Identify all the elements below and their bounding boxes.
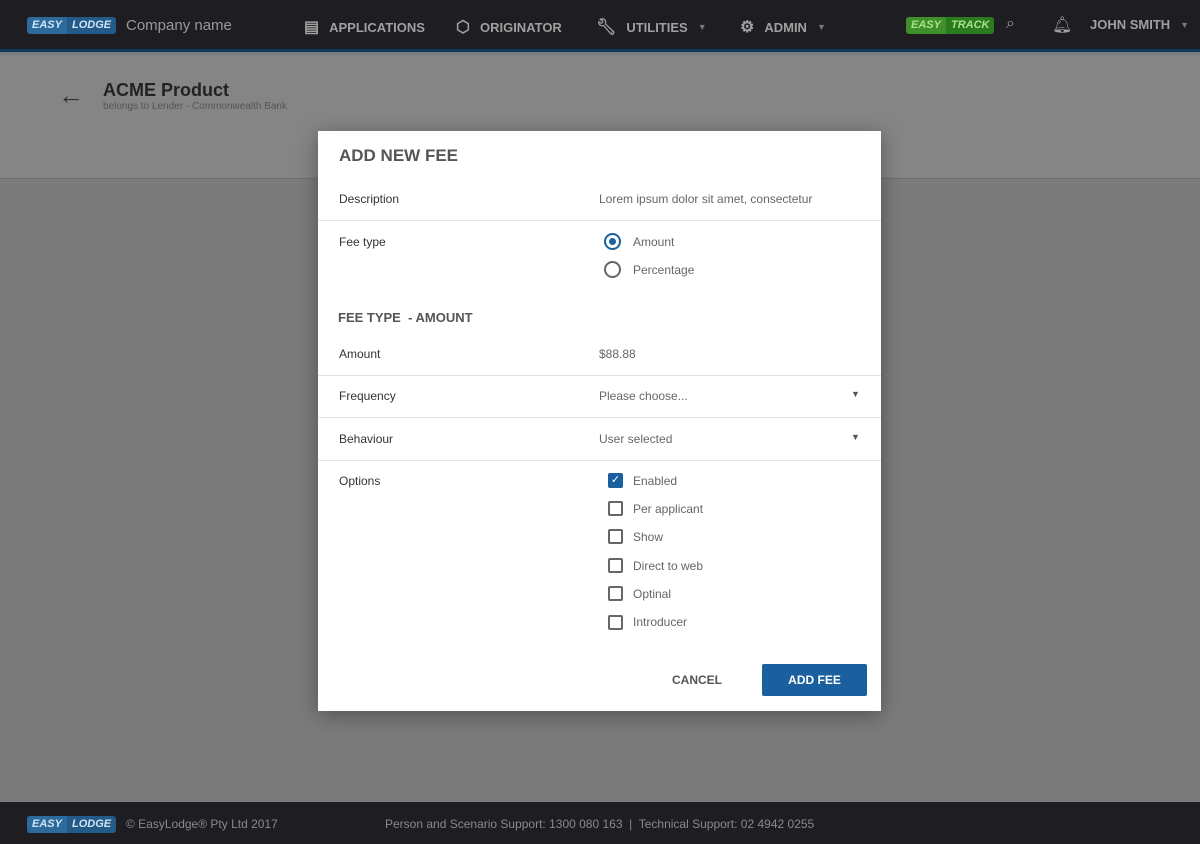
chevron-down-icon: ▼ — [697, 22, 707, 32]
radio-amount[interactable] — [604, 233, 621, 250]
cube-icon: ⬡ — [456, 19, 470, 36]
page-title: ACME Product — [103, 80, 229, 100]
page-subtitle: belongs to Lender - Commonwealth Bank — [103, 101, 287, 112]
company-name: Company name — [126, 17, 232, 34]
chevron-down-icon: ▼ — [816, 22, 826, 32]
behaviour-select[interactable]: User selected — [599, 432, 672, 446]
checkbox-label: Optinal — [633, 587, 672, 601]
radio-percentage[interactable] — [604, 261, 621, 278]
description-input[interactable]: Lorem ipsum dolor sit amet, consectetur — [599, 192, 812, 206]
dropdown-arrow-icon[interactable]: ▼ — [851, 389, 860, 399]
section-heading: FEE TYPE - AMOUNT — [338, 310, 473, 325]
wrench-icon: 🔧︎ — [596, 19, 617, 36]
easytrack-logo[interactable]: EASY TRACK — [906, 17, 995, 34]
checkbox-label: Introducer — [633, 615, 688, 629]
add-fee-button[interactable]: ADD FEE — [762, 664, 867, 696]
back-arrow-icon[interactable]: ← — [58, 80, 84, 111]
radio-percentage-label: Percentage — [633, 263, 695, 277]
dialog-title: ADD NEW FEE — [339, 146, 458, 165]
checkbox-per-applicant[interactable] — [608, 501, 623, 516]
checkbox-label: Enabled — [633, 474, 678, 488]
nav-utilities[interactable]: 🔧︎ UTILITIES ▼ — [596, 17, 707, 37]
frequency-select[interactable]: Please choose... — [599, 389, 688, 403]
user-menu[interactable]: JOHN SMITH ▼ — [1090, 17, 1189, 32]
document-icon: ▤ — [304, 19, 320, 36]
checkbox-label: Per applicant — [633, 502, 704, 516]
add-fee-dialog: ADD NEW FEE Description Lorem ipsum dolor… — [318, 131, 881, 711]
checkbox-label: Direct to web — [633, 559, 704, 573]
gear-icon: ⚙ — [740, 19, 755, 36]
easylodge-logo: EASY LODGE — [27, 816, 117, 833]
checkbox-optinal[interactable] — [608, 586, 623, 601]
checkbox-enabled[interactable]: ✓ — [608, 473, 623, 488]
support-info: Person and Scenario Support: 1300 080 16… — [385, 817, 815, 831]
nav-admin[interactable]: ⚙ ADMIN ▼ — [740, 17, 826, 37]
nav-applications[interactable]: ▤ APPLICATIONS — [304, 17, 425, 37]
easylodge-logo[interactable]: EASY LODGE — [27, 17, 117, 34]
checkbox-introducer[interactable] — [608, 615, 623, 630]
radio-amount-label: Amount — [633, 235, 675, 249]
top-navbar: EASY LODGE Company name ▤ APPLICATIONS ⬡ OR… — [0, 0, 1200, 52]
checkbox-show[interactable] — [608, 529, 623, 544]
search-icon[interactable]: ⌕ — [1006, 15, 1015, 33]
checkbox-label: Show — [633, 530, 664, 544]
footer: EASY LODGE © EasyLodge® Pty Ltd 2017 Pers… — [0, 802, 1200, 844]
dropdown-arrow-icon[interactable]: ▼ — [851, 432, 860, 442]
amount-input[interactable]: $88.88 — [599, 347, 636, 361]
checkbox-direct-to-web[interactable] — [608, 558, 623, 573]
cancel-button[interactable]: CANCEL — [672, 673, 722, 687]
chevron-down-icon: ▼ — [1180, 19, 1190, 30]
nav-originator[interactable]: ⬡ ORIGINATOR — [456, 17, 562, 37]
bell-icon[interactable]: 🔔︎ — [1052, 15, 1072, 35]
copyright: © EasyLodge® Pty Ltd 2017 — [126, 817, 278, 831]
